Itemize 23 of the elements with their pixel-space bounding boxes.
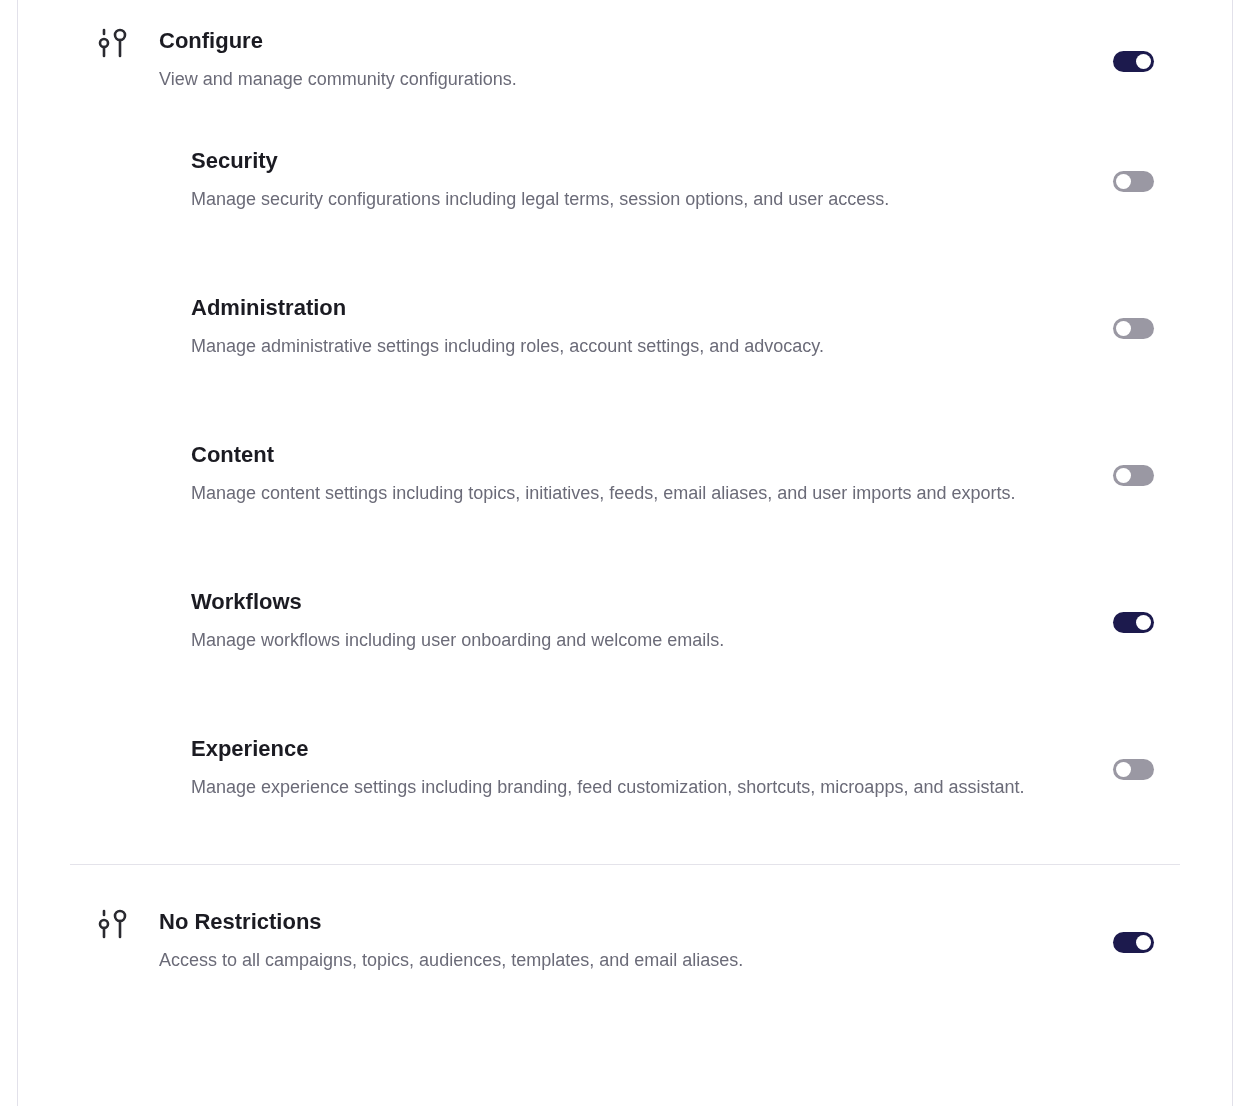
permission-description: Manage experience settings including branding, feed customization, shortcuts, microapps, and assistant. xyxy=(191,776,1026,799)
permission-title: Workflows xyxy=(191,588,303,616)
section-title: No Restrictions xyxy=(159,908,323,936)
toggle-switch[interactable] xyxy=(1113,931,1154,953)
sliders-icon xyxy=(96,27,128,59)
permission-description: Manage content settings including topics, initiatives, feeds, email aliases, and user imports and exports. xyxy=(191,482,1017,505)
section-description: Access to all campaigns, topics, audiences, templates, and email aliases. xyxy=(159,949,745,972)
permission-title: Content xyxy=(191,441,276,469)
toggle-switch[interactable] xyxy=(1113,758,1154,780)
permission-title: Security xyxy=(191,147,279,175)
permission-description: Manage workflows including user onboarding and welcome emails. xyxy=(191,629,726,652)
permission-description: Manage administrative settings including roles, account settings, and advocacy. xyxy=(191,335,825,358)
section-title: Configure xyxy=(159,27,264,55)
toggle-switch[interactable] xyxy=(1113,464,1154,486)
toggle-switch[interactable] xyxy=(1113,611,1154,633)
permission-title: Experience xyxy=(191,735,310,763)
permission-description: Manage security configurations including legal terms, session options, and user access. xyxy=(191,188,891,211)
toggle-switch[interactable] xyxy=(1113,50,1154,72)
toggle-switch[interactable] xyxy=(1113,317,1154,339)
section-description: View and manage community configurations. xyxy=(159,68,518,91)
sliders-icon xyxy=(96,908,128,940)
toggle-switch[interactable] xyxy=(1113,170,1154,192)
permission-title: Administration xyxy=(191,294,348,322)
